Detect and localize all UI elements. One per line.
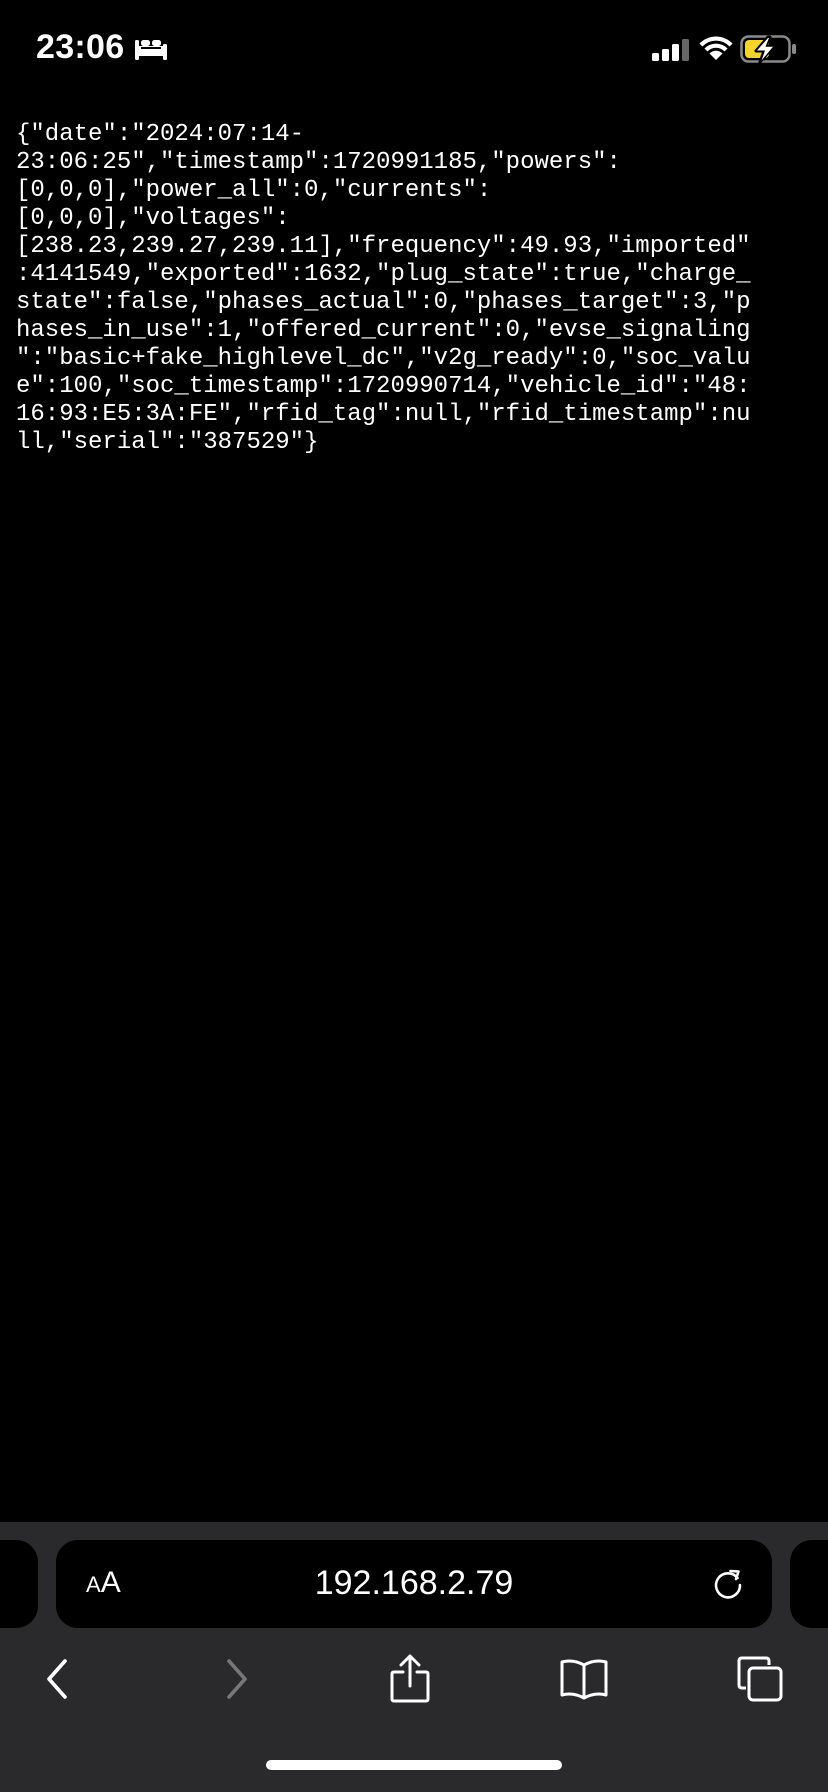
next-tab-address-bar[interactable] (790, 1540, 828, 1628)
back-button[interactable] (28, 1652, 88, 1706)
json-line: 23:06:25","timestamp":1720991185,"powers… (16, 149, 621, 176)
json-line: [238.23,239.27,239.11],"frequency":49.93… (16, 233, 751, 260)
status-bar: 23:06 (0, 0, 828, 100)
json-response-text: {"date":"2024:07:14- 23:06:25","timestam… (16, 121, 816, 457)
json-line: :4141549,"exported":1632,"plug_state":tr… (16, 261, 751, 288)
tabs-button[interactable] (730, 1652, 790, 1706)
json-line: [0,0,0],"voltages": (16, 205, 290, 232)
share-button[interactable] (380, 1652, 440, 1706)
cellular-signal-icon (652, 39, 689, 61)
tabs-icon (737, 1656, 783, 1702)
json-line: ll,"serial":"387529"} (16, 429, 319, 456)
chevron-left-icon (47, 1659, 67, 1699)
share-icon (390, 1654, 430, 1703)
bookmarks-button[interactable] (554, 1652, 614, 1706)
status-time: 23:06 (36, 28, 125, 66)
wifi-icon (699, 36, 733, 60)
address-bar[interactable]: A A 192.168.2.79 (56, 1540, 772, 1628)
json-line: 16:93:E5:3A:FE","rfid_tag":null,"rfid_ti… (16, 401, 751, 428)
chevron-right-icon (227, 1659, 247, 1699)
json-line: state":false,"phases_actual":0,"phases_t… (16, 289, 751, 316)
url-text[interactable]: 192.168.2.79 (56, 1564, 772, 1603)
forward-button[interactable] (206, 1652, 266, 1706)
book-icon (560, 1659, 608, 1700)
battery-charging-icon (740, 35, 796, 64)
reload-icon[interactable] (710, 1566, 746, 1602)
json-line: [0,0,0],"power_all":0,"currents": (16, 177, 492, 204)
json-line: hases_in_use":1,"offered_current":0,"evs… (16, 317, 751, 344)
previous-tab-address-bar[interactable] (0, 1540, 38, 1628)
browser-screen: 23:06 {"date":"2024:07:14- 23:06:25","ti… (0, 0, 828, 1792)
json-line: {"date":"2024:07:14- (16, 121, 305, 148)
json-line: ":"basic+fake_highlevel_dc","v2g_ready":… (16, 345, 751, 372)
bed-icon (135, 40, 167, 60)
home-indicator[interactable] (266, 1760, 562, 1770)
json-line: e":100,"soc_timestamp":1720990714,"vehic… (16, 373, 751, 400)
